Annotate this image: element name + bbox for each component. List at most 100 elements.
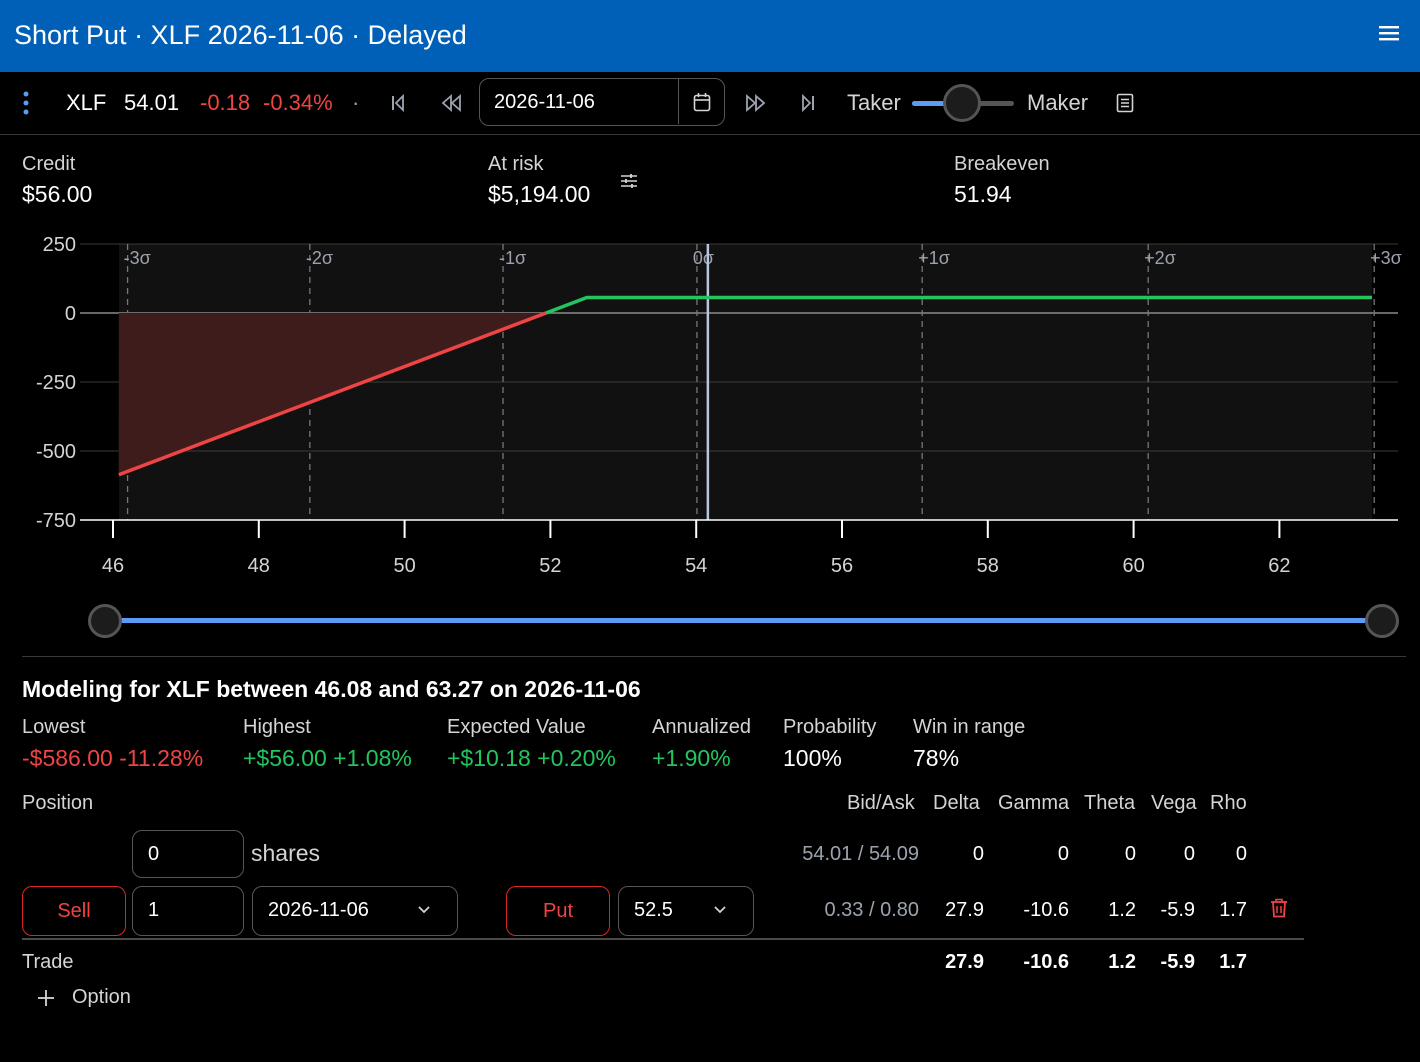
taker-label: Taker xyxy=(847,90,901,115)
highest-label: Highest xyxy=(243,716,311,738)
x-tick-label: 60 xyxy=(1122,555,1144,577)
theta-header: Theta xyxy=(1084,792,1136,814)
trade-label: Trade xyxy=(22,951,74,973)
put-button[interactable]: Put xyxy=(506,886,610,936)
x-tick-label: 62 xyxy=(1268,555,1290,577)
shares-theta: 0 xyxy=(1124,843,1136,865)
annualized-label: Annualized xyxy=(652,716,751,738)
app-header: Short Put · XLF 2026-11-06 · Delayed xyxy=(0,0,1420,72)
fast-forward-icon[interactable] xyxy=(745,94,767,112)
shares-quantity-input[interactable]: 0 xyxy=(132,830,244,878)
y-tick-label: -500 xyxy=(36,441,76,463)
y-tick-label: 250 xyxy=(43,234,76,256)
trade-delta: 27.9 xyxy=(945,951,984,973)
calendar-button[interactable] xyxy=(678,79,725,124)
x-tick-label: 52 xyxy=(539,555,561,577)
x-tick-label: 46 xyxy=(102,555,124,577)
bidask-header: Bid/Ask xyxy=(847,792,915,814)
y-tick-label: -750 xyxy=(36,510,76,532)
price-range-slider[interactable] xyxy=(105,618,1382,623)
highest-value: +$56.00 +1.08% xyxy=(243,745,412,771)
notes-icon[interactable] xyxy=(1116,93,1134,113)
sigma-label: 0σ xyxy=(693,248,714,268)
trade-vega: -5.9 xyxy=(1160,951,1195,973)
credit-label: Credit xyxy=(22,153,76,175)
divider xyxy=(22,938,1304,940)
expected-value: +$10.18 +0.20% xyxy=(447,745,616,771)
toolbar: XLF 54.01 -0.18 -0.34% · 2026-11-06 Take… xyxy=(0,72,1420,135)
ticker-symbol: XLF xyxy=(66,90,107,115)
trade-theta: 1.2 xyxy=(1108,951,1136,973)
divider xyxy=(22,656,1406,657)
payoff-chart[interactable]: 250 0 -250 -500 -750 -3σ -2σ -1σ 0σ +1σ +2σ +3σ 46 48… xyxy=(0,226,1420,586)
breakeven-value: 51.94 xyxy=(954,181,1012,207)
option-bidask: 0.33 / 0.80 xyxy=(824,899,919,921)
x-tick-label: 54 xyxy=(685,555,707,577)
lowest-label: Lowest xyxy=(22,716,86,738)
expected-value-label: Expected Value xyxy=(447,716,586,738)
sigma-label: -3σ xyxy=(124,248,151,268)
option-delta: 27.9 xyxy=(945,899,984,921)
slider-handle[interactable] xyxy=(943,84,981,122)
shares-quantity-value: 0 xyxy=(148,843,160,865)
annualized-value: +1.90% xyxy=(652,745,731,771)
separator-dot: · xyxy=(352,90,360,115)
probability-value: 100% xyxy=(783,745,842,771)
option-quantity-input[interactable]: 1 xyxy=(132,886,244,936)
calendar-icon xyxy=(693,92,711,111)
y-tick-label: -250 xyxy=(36,372,76,394)
breakeven-label: Breakeven xyxy=(954,153,1050,175)
x-tick-label: 50 xyxy=(393,555,415,577)
sigma-label: +1σ xyxy=(918,248,950,268)
range-low-handle[interactable] xyxy=(88,604,122,638)
win-in-range-label: Win in range xyxy=(913,716,1026,738)
rho-header: Rho xyxy=(1210,792,1247,814)
sigma-label: -1σ xyxy=(499,248,526,268)
taker-maker-slider[interactable] xyxy=(912,84,1014,122)
x-tick-label: 58 xyxy=(977,555,999,577)
strike-select[interactable]: 52.5 xyxy=(618,886,754,936)
risk-label: At risk xyxy=(488,153,544,175)
shares-bidask: 54.01 / 54.09 xyxy=(802,843,919,865)
maker-label: Maker xyxy=(1027,90,1089,115)
price-change-percent: -0.34% xyxy=(263,90,333,115)
rewind-icon[interactable] xyxy=(440,94,462,112)
shares-vega: 0 xyxy=(1183,843,1195,865)
sell-button[interactable]: Sell xyxy=(22,886,126,936)
more-vertical-icon[interactable] xyxy=(22,90,30,116)
y-tick-label: 0 xyxy=(65,303,76,325)
chevron-down-icon xyxy=(418,906,430,914)
hamburger-menu-icon[interactable] xyxy=(1378,22,1400,44)
risk-value: $5,194.00 xyxy=(488,181,591,207)
range-high-handle[interactable] xyxy=(1365,604,1399,638)
x-tick-label: 48 xyxy=(248,555,270,577)
price-change: -0.18 xyxy=(200,90,251,115)
sigma-label: +2σ xyxy=(1144,248,1176,268)
win-in-range-value: 78% xyxy=(913,745,960,771)
skip-to-last-icon[interactable] xyxy=(800,94,816,112)
expiry-date-input[interactable]: 2026-11-06 xyxy=(479,78,725,126)
shares-delta: 0 xyxy=(972,843,984,865)
add-option-button[interactable]: Option xyxy=(36,986,131,1009)
option-quantity-value: 1 xyxy=(148,899,160,921)
x-tick-label: 56 xyxy=(831,555,853,577)
ticker-price: 54.01 xyxy=(124,90,180,115)
option-rho: 1.7 xyxy=(1219,899,1247,921)
shares-gamma: 0 xyxy=(1057,843,1069,865)
option-vega: -5.9 xyxy=(1160,899,1195,921)
vega-header: Vega xyxy=(1151,792,1197,814)
strike-select-value: 52.5 xyxy=(634,899,673,921)
chevron-down-icon xyxy=(714,906,726,914)
settings-sliders-icon[interactable] xyxy=(620,172,638,190)
expiry-select-value: 2026-11-06 xyxy=(268,899,369,921)
expiry-date-value: 2026-11-06 xyxy=(494,91,595,113)
trash-icon[interactable] xyxy=(1270,898,1288,918)
delta-header: Delta xyxy=(933,792,980,814)
expiry-select[interactable]: 2026-11-06 xyxy=(252,886,458,936)
modeling-title: Modeling for XLF between 46.08 and 63.27… xyxy=(22,676,641,702)
sigma-label: -2σ xyxy=(306,248,333,268)
option-gamma: -10.6 xyxy=(1023,899,1069,921)
option-theta: 1.2 xyxy=(1108,899,1136,921)
skip-to-first-icon[interactable] xyxy=(390,94,406,112)
trade-rho: 1.7 xyxy=(1219,951,1247,973)
